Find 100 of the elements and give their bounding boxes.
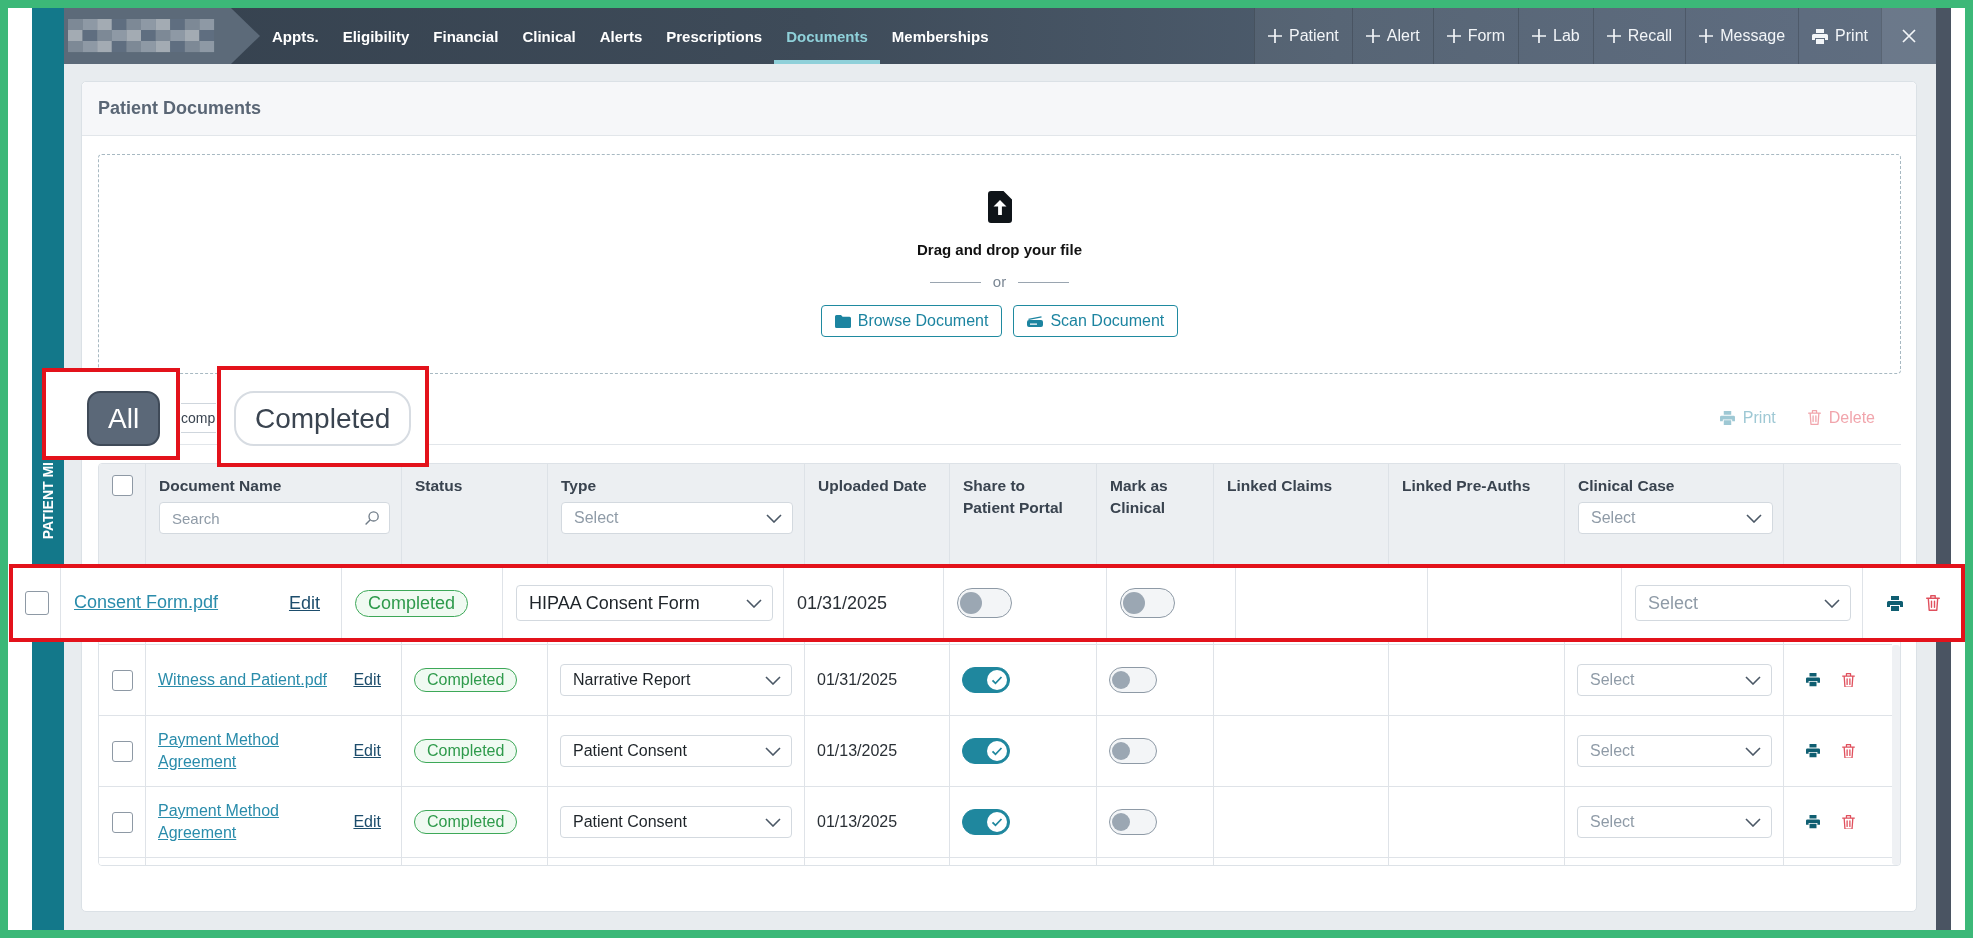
trash-icon [1807, 410, 1821, 425]
trash-icon[interactable] [1842, 743, 1855, 759]
nav-tab[interactable]: Clinical [510, 8, 588, 64]
uploaded-date: 01/13/2025 [817, 742, 898, 760]
chevron-down-icon [1746, 513, 1762, 523]
close-button[interactable] [1881, 8, 1936, 64]
case-select[interactable]: Select [1635, 585, 1851, 621]
share-toggle[interactable] [957, 588, 1012, 618]
select-all-checkbox[interactable] [111, 475, 133, 496]
type-select[interactable]: Patient Consent [560, 735, 792, 767]
search-icon [365, 511, 379, 525]
row-checkbox[interactable] [111, 669, 133, 691]
printer-icon[interactable] [1806, 673, 1820, 687]
check-icon [987, 812, 1007, 832]
column-header: Linked Claims [1227, 476, 1333, 496]
status-badge: Completed [414, 739, 518, 763]
card-title: Patient Documents [98, 98, 262, 119]
column-header: Document Name [159, 476, 282, 496]
printer-icon[interactable] [1887, 595, 1903, 611]
document-link[interactable]: Payment Method Agreement [158, 728, 340, 774]
edit-link[interactable]: Edit [288, 592, 320, 614]
chevron-down-icon [1745, 746, 1761, 756]
nav-tab[interactable]: Prescriptions [654, 8, 775, 64]
clinical-toggle[interactable] [1109, 809, 1157, 835]
share-toggle[interactable] [962, 667, 1010, 693]
check-icon [987, 741, 1007, 761]
case-select[interactable]: Select [1577, 664, 1772, 696]
uploaded-date: 01/13/2025 [817, 813, 898, 831]
column-header: Uploaded Date [818, 476, 927, 496]
share-toggle[interactable] [962, 738, 1010, 764]
plus-icon [1365, 29, 1380, 43]
nav-tab[interactable]: Appts. [260, 8, 331, 64]
column-header: Mark as Clinical [1110, 476, 1169, 518]
trash-icon[interactable] [1926, 595, 1940, 611]
plus-icon [1446, 29, 1461, 43]
case-select[interactable]: Select [1577, 735, 1772, 767]
uploaded-date: 01/31/2025 [817, 671, 898, 689]
filter-chip[interactable]: comp [181, 402, 216, 433]
chevron-down-icon [765, 746, 781, 756]
column-header: Share to Patient Portal [963, 476, 1064, 518]
plus-icon [1699, 29, 1714, 43]
plus-icon [1532, 29, 1546, 43]
scan-document-button[interactable]: Scan Document [1013, 305, 1179, 337]
column-header: Clinical Case [1578, 476, 1675, 496]
edit-link[interactable]: Edit [353, 742, 381, 760]
share-toggle[interactable] [962, 809, 1010, 835]
side-tab-label[interactable]: PATIENT MI [40, 462, 56, 540]
clinical-toggle[interactable] [1120, 588, 1175, 618]
document-link[interactable]: Consent Form.pdf [74, 590, 219, 616]
filter-select[interactable]: Select [561, 502, 793, 534]
filter-chip[interactable]: All [87, 391, 161, 446]
printer-icon[interactable] [1806, 815, 1820, 829]
file-upload-icon [987, 191, 1012, 223]
type-select[interactable]: Patient Consent [560, 806, 792, 838]
close-icon [1902, 29, 1916, 43]
chevron-down-icon [746, 598, 762, 608]
printer-icon [1812, 28, 1829, 44]
filter-chip[interactable]: Completed [234, 391, 412, 446]
column-header: Type [561, 476, 597, 496]
case-select[interactable]: Select [1577, 806, 1772, 838]
printer-icon [1719, 410, 1735, 425]
chevron-down-icon [766, 513, 782, 523]
uploaded-date: 01/31/2025 [797, 592, 888, 614]
edit-link[interactable]: Edit [353, 671, 381, 689]
column-header: Status [415, 476, 463, 496]
status-badge: Completed [355, 589, 469, 617]
nav-tab[interactable]: Financial [421, 8, 511, 64]
clinical-toggle[interactable] [1109, 738, 1157, 764]
document-link[interactable]: Witness and Patient.pdf [158, 668, 327, 692]
nav-tab[interactable]: Alerts [587, 8, 655, 64]
chevron-down-icon [1745, 675, 1761, 685]
nav-tab[interactable]: Eligibility [330, 8, 422, 64]
chevron-down-icon [1824, 598, 1840, 608]
clinical-toggle[interactable] [1109, 667, 1157, 693]
edit-link[interactable]: Edit [353, 813, 381, 831]
trash-icon[interactable] [1842, 672, 1855, 688]
folder-icon [834, 314, 851, 328]
document-link[interactable]: Payment Method Agreement [158, 799, 340, 845]
plus-icon [1267, 29, 1282, 43]
scrollbar-track[interactable] [1892, 645, 1900, 865]
row-checkbox[interactable] [24, 591, 49, 615]
plus-icon [1606, 29, 1621, 43]
nav-tab[interactable]: Memberships [879, 8, 1001, 64]
scanner-icon [1027, 315, 1044, 327]
status-badge: Completed [414, 668, 518, 692]
separator-text: or [992, 272, 1007, 292]
chevron-down-icon [765, 675, 781, 685]
drop-prompt: Drag and drop your file [917, 240, 1082, 260]
type-select[interactable]: HIPAA Consent Form [516, 585, 773, 621]
trash-icon[interactable] [1842, 814, 1855, 830]
printer-icon[interactable] [1806, 744, 1820, 758]
row-checkbox[interactable] [111, 811, 133, 833]
status-badge: Completed [414, 810, 518, 834]
chevron-down-icon [1745, 817, 1761, 827]
search-field[interactable]: Search [159, 502, 390, 534]
type-select[interactable]: Narrative Report [560, 664, 792, 696]
browse-document-button[interactable]: Browse Document [820, 305, 1003, 337]
filter-select[interactable]: Select [1578, 502, 1773, 534]
check-icon [987, 670, 1007, 690]
row-checkbox[interactable] [111, 740, 133, 762]
